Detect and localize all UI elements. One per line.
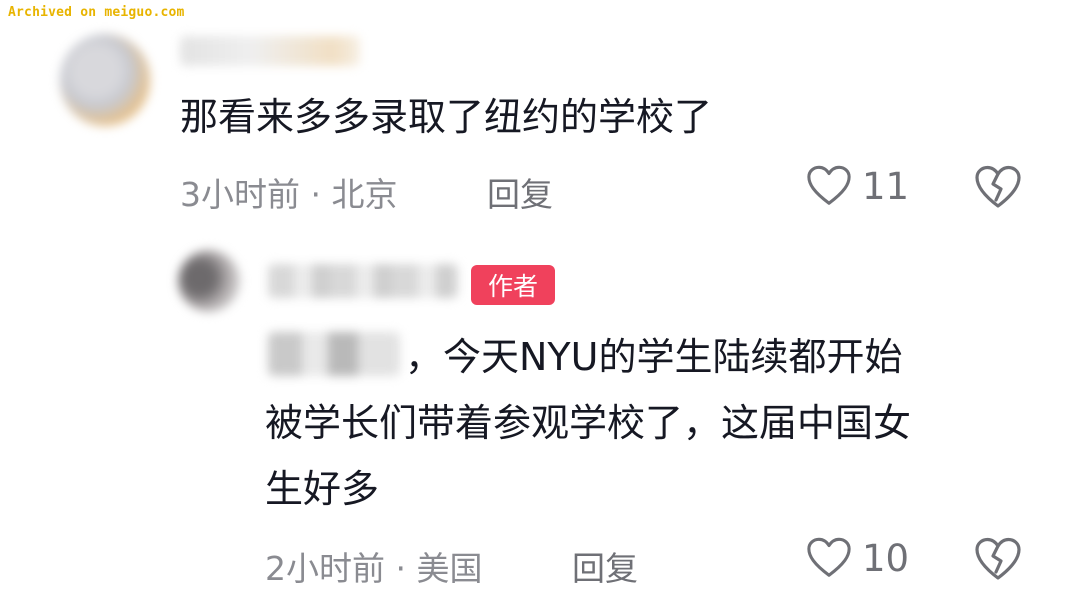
- comment-location: 北京: [331, 175, 398, 214]
- username-blurred[interactable]: [180, 36, 360, 66]
- archive-watermark: Archived on meiguo.com: [8, 5, 185, 20]
- username-blurred[interactable]: [268, 264, 458, 298]
- avatar[interactable]: [60, 34, 150, 126]
- comment-text-line: 生好多: [265, 467, 380, 511]
- like-button[interactable]: 11: [806, 164, 909, 208]
- broken-heart-icon[interactable]: [974, 164, 1022, 210]
- comment-text-line: ，今天NYU的学生陆续都开始: [405, 335, 903, 379]
- comment-meta: 2小时前 · 美国: [265, 549, 483, 588]
- comment-meta: 3小时前 · 北京: [180, 175, 398, 214]
- author-badge: 作者: [471, 265, 555, 305]
- comment-location: 美国: [416, 549, 483, 588]
- reply-button[interactable]: 回复: [487, 168, 553, 216]
- like-count: 11: [862, 164, 910, 208]
- like-count: 10: [862, 536, 910, 580]
- comment-text-line: 被学长们带着参观学校了，这届中国女: [265, 401, 912, 445]
- comment-time: 3小时前: [180, 175, 300, 214]
- avatar[interactable]: [178, 250, 240, 312]
- reply-button[interactable]: 回复: [572, 542, 638, 590]
- heart-outline-icon: [807, 537, 851, 577]
- heart-outline-icon: [807, 165, 851, 205]
- broken-heart-icon[interactable]: [974, 536, 1022, 582]
- comment-text: ，今天NYU的学生陆续都开始 被学长们带着参观学校了，这届中国女 生好多: [265, 324, 1055, 522]
- comment-text: 那看来多多录取了纽约的学校了: [180, 95, 713, 139]
- like-button[interactable]: 10: [806, 536, 909, 580]
- comment-time: 2小时前: [265, 549, 385, 588]
